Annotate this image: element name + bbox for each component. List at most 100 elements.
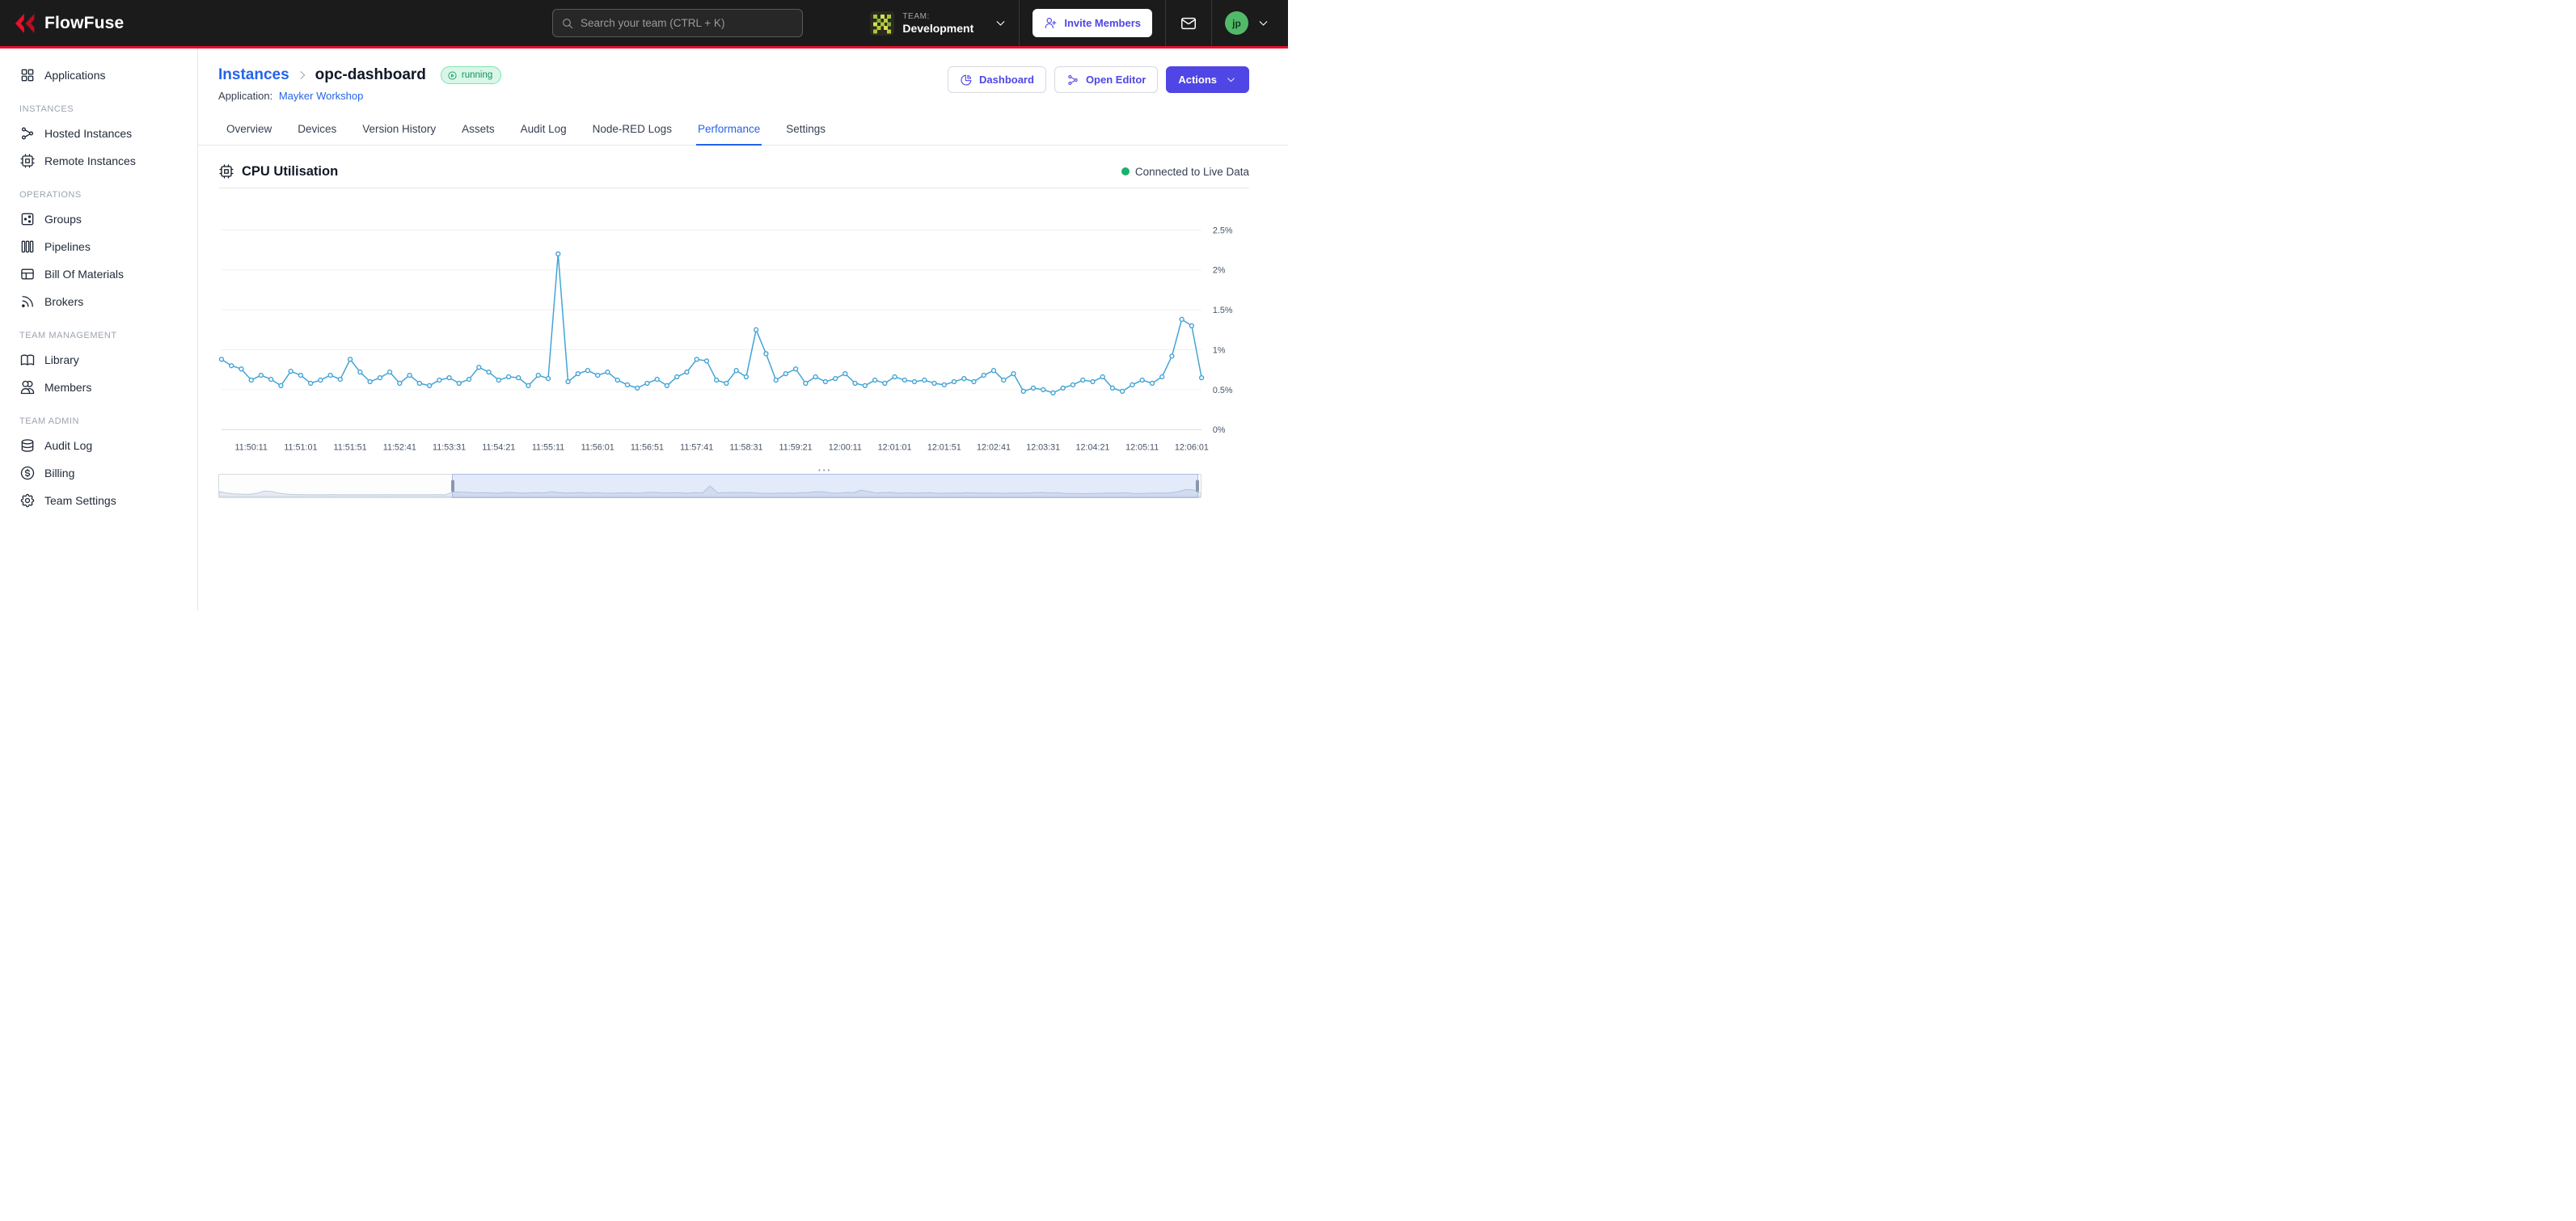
sidebar-item-label: Groups xyxy=(44,213,82,226)
avatar: jp xyxy=(1225,11,1248,35)
team-label: TEAM: xyxy=(902,12,973,21)
team-search[interactable] xyxy=(552,9,803,37)
sidebar-item-library[interactable]: Library xyxy=(0,346,197,374)
status-badge: running xyxy=(441,66,501,84)
application-label: Application: xyxy=(218,90,272,102)
tab-overview[interactable]: Overview xyxy=(225,118,273,146)
sidebar-item-groups[interactable]: Groups xyxy=(0,205,197,233)
cpu-icon xyxy=(218,163,234,180)
tab-assets[interactable]: Assets xyxy=(460,118,496,146)
svg-text:12:03:31: 12:03:31 xyxy=(1026,443,1060,453)
live-status: Connected to Live Data xyxy=(1121,166,1249,178)
sidebar-item-label: Applications xyxy=(44,69,106,82)
live-status-dot xyxy=(1121,167,1130,175)
svg-text:2%: 2% xyxy=(1213,266,1226,276)
svg-text:12:06:01: 12:06:01 xyxy=(1175,443,1209,453)
user-menu[interactable]: jp xyxy=(1212,11,1272,35)
editor-icon xyxy=(1066,74,1079,87)
svg-text:11:58:31: 11:58:31 xyxy=(729,443,762,453)
sidebar-section-title-team-management: TEAM MANAGEMENT xyxy=(0,331,197,340)
status-badge-label: running xyxy=(462,70,492,80)
chevron-down-icon xyxy=(994,16,1007,30)
remote-instances-icon xyxy=(19,153,36,169)
svg-text:1.5%: 1.5% xyxy=(1213,306,1233,315)
tab-node-red-logs[interactable]: Node-RED Logs xyxy=(591,118,674,146)
navigator-right-handle[interactable] xyxy=(1196,480,1199,492)
sidebar-item-brokers[interactable]: Brokers xyxy=(0,288,197,315)
search-input[interactable] xyxy=(581,17,794,29)
team-avatar xyxy=(870,11,894,36)
svg-text:12:01:01: 12:01:01 xyxy=(878,443,912,453)
sidebar-item-label: Bill Of Materials xyxy=(44,268,124,281)
svg-text:11:51:51: 11:51:51 xyxy=(334,443,367,453)
main-content: Instances opc-dashboard running Applicat… xyxy=(198,49,1288,610)
svg-text:11:59:21: 11:59:21 xyxy=(779,443,813,453)
chevron-right-icon xyxy=(296,69,309,82)
groups-icon xyxy=(19,211,36,227)
tab-settings[interactable]: Settings xyxy=(784,118,827,146)
svg-text:11:54:21: 11:54:21 xyxy=(482,443,515,453)
chevron-down-icon xyxy=(1256,16,1270,30)
sidebar-item-team-settings[interactable]: Team Settings xyxy=(0,487,197,514)
svg-text:11:55:11: 11:55:11 xyxy=(532,443,564,453)
svg-text:11:56:51: 11:56:51 xyxy=(631,443,664,453)
svg-text:11:56:01: 11:56:01 xyxy=(581,443,614,453)
bom-icon xyxy=(19,266,36,282)
billing-icon xyxy=(19,465,36,481)
invite-members-button[interactable]: Invite Members xyxy=(1033,9,1152,37)
svg-text:12:00:11: 12:00:11 xyxy=(829,443,862,453)
sidebar-item-billing[interactable]: Billing xyxy=(0,459,197,487)
team-selector[interactable]: TEAM: Development xyxy=(859,0,1019,46)
sidebar-item-pipelines[interactable]: Pipelines xyxy=(0,233,197,260)
flowfuse-logo[interactable]: FlowFuse xyxy=(13,11,124,36)
svg-text:12:05:11: 12:05:11 xyxy=(1125,443,1159,453)
svg-text:11:51:01: 11:51:01 xyxy=(284,443,317,453)
navbar-right-cluster: TEAM: Development Invite Members jp xyxy=(859,0,1272,46)
navigator-drag-dots[interactable]: ··· xyxy=(817,467,832,475)
tab-performance[interactable]: Performance xyxy=(696,118,762,146)
sidebar-item-members[interactable]: Members xyxy=(0,374,197,401)
sidebar-item-applications[interactable]: Applications xyxy=(0,61,197,89)
application-link[interactable]: Mayker Workshop xyxy=(279,90,364,102)
tab-devices[interactable]: Devices xyxy=(296,118,338,146)
svg-text:1%: 1% xyxy=(1213,345,1226,355)
top-navbar: FlowFuse TEAM: Development xyxy=(0,0,1288,46)
chart-range-navigator[interactable]: ··· xyxy=(218,474,1201,498)
navigator-left-handle[interactable] xyxy=(451,480,454,492)
hosted-instances-icon xyxy=(19,125,36,142)
application-line: Application: Mayker Workshop xyxy=(218,90,501,102)
sidebar-item-remote-instances[interactable]: Remote Instances xyxy=(0,147,197,175)
play-circle-icon xyxy=(447,70,458,81)
library-icon xyxy=(19,352,36,368)
mail-icon[interactable] xyxy=(1180,15,1197,32)
sidebar-item-label: Audit Log xyxy=(44,439,92,452)
members-icon xyxy=(19,379,36,395)
sidebar-item-label: Pipelines xyxy=(44,240,91,253)
team-name: Development xyxy=(902,22,973,35)
sidebar-section-title-instances: INSTANCES xyxy=(0,104,197,114)
dashboard-button[interactable]: Dashboard xyxy=(948,66,1046,93)
sidebar-item-label: Brokers xyxy=(44,295,83,308)
brokers-icon xyxy=(19,294,36,310)
tab-audit-log[interactable]: Audit Log xyxy=(519,118,568,146)
sidebar-item-bill-of-materials[interactable]: Bill Of Materials xyxy=(0,260,197,288)
cpu-chart-svg: 0%0.5%1%1.5%2%2.5%11:50:1111:51:0111:51:… xyxy=(218,193,1249,463)
sidebar-section-title-team-admin: TEAM ADMIN xyxy=(0,416,197,426)
actions-button[interactable]: Actions xyxy=(1166,66,1249,93)
tab-version-history[interactable]: Version History xyxy=(361,118,437,146)
sidebar-item-hosted-instances[interactable]: Hosted Instances xyxy=(0,120,197,147)
cpu-utilisation-section: CPU Utilisation Connected to Live Data 0… xyxy=(218,163,1249,498)
navbar-divider xyxy=(1019,0,1020,46)
navbar-divider xyxy=(1165,0,1166,46)
breadcrumb-instances-link[interactable]: Instances xyxy=(218,66,289,84)
svg-text:12:04:21: 12:04:21 xyxy=(1076,443,1110,453)
open-editor-button[interactable]: Open Editor xyxy=(1054,66,1158,93)
sidebar-item-audit-log[interactable]: Audit Log xyxy=(0,432,197,459)
svg-text:0%: 0% xyxy=(1213,425,1226,435)
sidebar-item-label: Hosted Instances xyxy=(44,127,132,140)
breadcrumb: Instances opc-dashboard running xyxy=(218,66,501,84)
sidebar-item-label: Billing xyxy=(44,467,74,480)
pipelines-icon xyxy=(19,239,36,255)
svg-text:0.5%: 0.5% xyxy=(1213,386,1233,395)
navigator-selection[interactable]: ··· xyxy=(452,474,1198,498)
